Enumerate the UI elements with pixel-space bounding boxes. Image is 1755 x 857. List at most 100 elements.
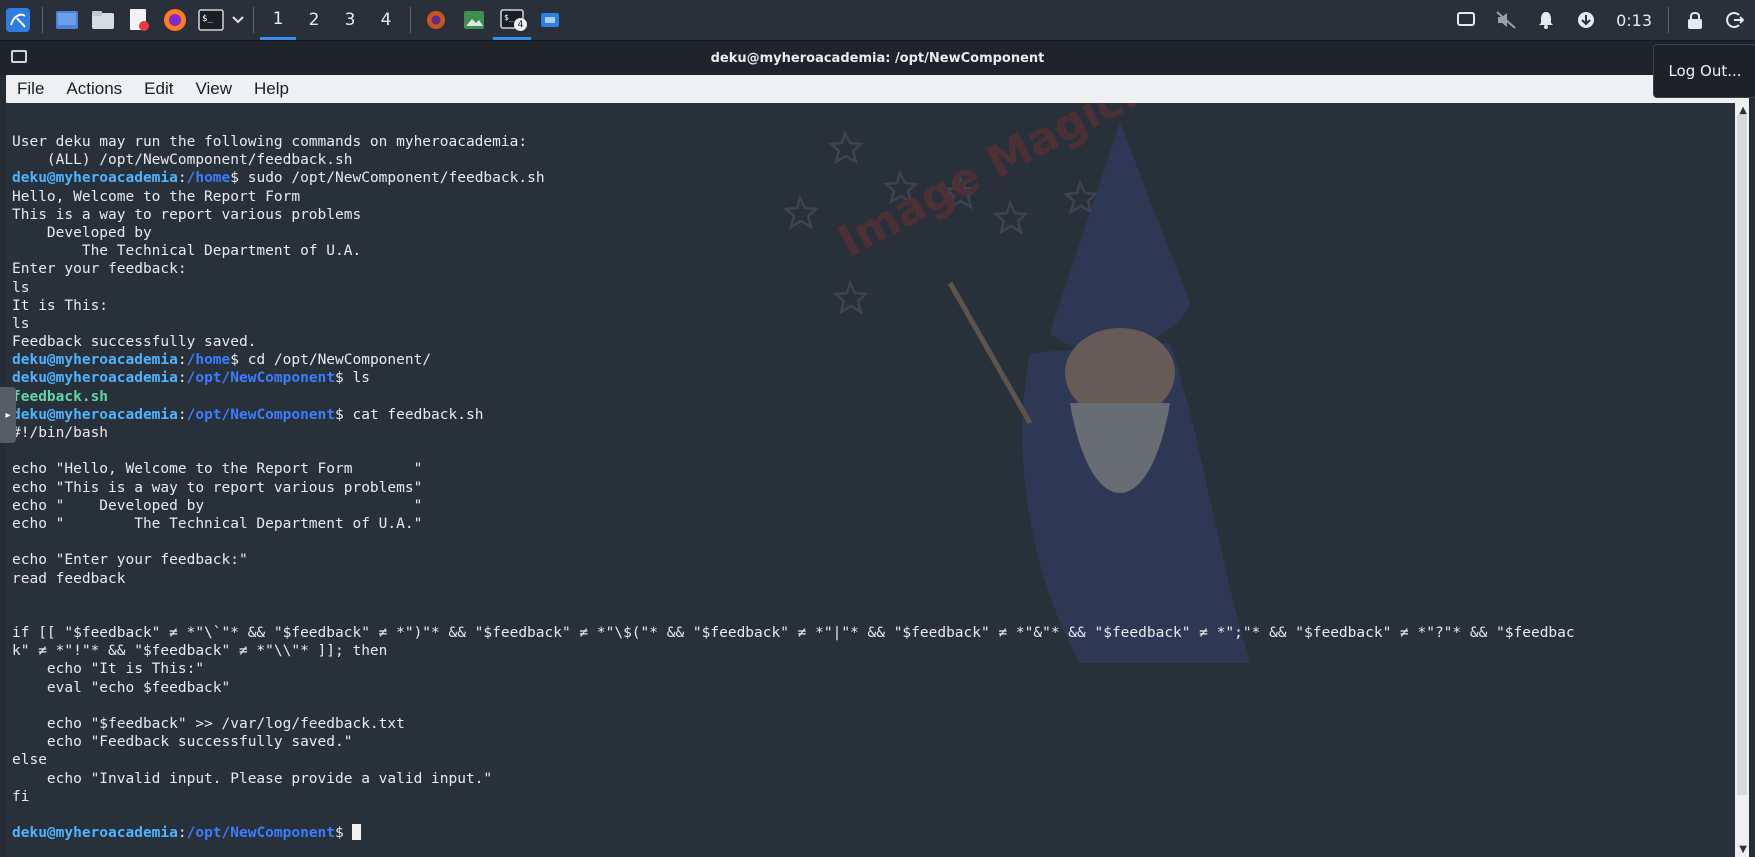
logout-tooltip: Log Out... <box>1653 44 1755 98</box>
panel-separator <box>1668 7 1669 33</box>
firefox-icon[interactable] <box>157 0 193 40</box>
output-line: (ALL) /opt/NewComponent/feedback.sh <box>12 151 1575 169</box>
output-line: echo "This is a way to report various pr… <box>12 479 1575 497</box>
line-text: cat feedback.sh <box>352 406 484 423</box>
menu-help[interactable]: Help <box>243 75 300 103</box>
menu-actions[interactable]: Actions <box>55 75 133 103</box>
line-text: User deku may run the following commands… <box>12 134 528 150</box>
clock[interactable]: 0:13 <box>1606 11 1662 30</box>
window-titlebar[interactable]: deku@myheroacademia: /opt/NewComponent <box>0 41 1755 75</box>
output-line: echo "Enter your feedback:" <box>12 551 1575 569</box>
line-text: if [[ "$feedback" ≠ *"\`"* && "$feedback… <box>12 625 1575 642</box>
line-text: (ALL) /opt/NewComponent/feedback.sh <box>12 152 353 169</box>
output-line: echo "Hello, Welcome to the Report Form … <box>12 460 1575 478</box>
output-line: #!/bin/bash <box>12 424 1575 442</box>
menu-view[interactable]: View <box>184 75 243 103</box>
system-tray: 0:13 <box>1446 0 1755 40</box>
output-line: The Technical Department of U.A. <box>12 242 1575 260</box>
output-line: read feedback <box>12 570 1575 588</box>
line-text: feedback.sh <box>12 388 109 405</box>
workspace-2[interactable]: 2 <box>296 0 332 40</box>
kali-menu-icon[interactable] <box>0 0 36 40</box>
output-line: This is a way to report various problems <box>12 206 1575 224</box>
workspace-1[interactable]: 1 <box>260 0 296 40</box>
line-text: Enter your feedback: <box>12 261 187 278</box>
prompt-line: deku@myheroacademia:/opt/NewComponent$ <box>12 824 1575 842</box>
desktop-icon[interactable] <box>49 0 85 40</box>
prompt-path: /opt/NewComponent <box>186 370 336 387</box>
line-text: ls <box>352 370 370 387</box>
prompt-line: deku@myheroacademia:/opt/NewComponent$ l… <box>12 370 370 387</box>
line-text: k" ≠ *"!"* && "$feedback" ≠ *"\\"* ]]; t… <box>12 643 388 660</box>
line-text: echo "Invalid input. Please provide a va… <box>12 770 493 787</box>
scroll-up-arrow-icon[interactable]: ▲ <box>1739 105 1747 116</box>
file-manager-icon[interactable] <box>85 0 121 40</box>
line-text: cd /opt/NewComponent/ <box>247 352 432 369</box>
output-line: Feedback successfully saved. <box>12 333 1575 351</box>
line-text: echo "Enter your feedback:" <box>12 552 248 569</box>
prompt-user: deku@myheroacademia <box>12 352 178 369</box>
line-text: echo "Feedback successfully saved." <box>12 734 353 751</box>
scrollbar-thumb[interactable] <box>1737 115 1747 795</box>
volume-muted-icon[interactable] <box>1486 0 1526 40</box>
chevron-down-icon[interactable] <box>229 0 247 40</box>
line-text: echo "$feedback" >> /var/log/feedback.tx… <box>12 716 405 732</box>
scroll-down-arrow-icon[interactable]: ▼ <box>1739 844 1747 855</box>
prompt-line: deku@myheroacademia:/opt/NewComponent$ c… <box>12 406 484 423</box>
line-text: Hello, Welcome to the Report Form <box>12 188 301 205</box>
prompt-path: /opt/NewComponent <box>186 406 336 423</box>
prompt-user: deku@myheroacademia <box>12 370 178 387</box>
firefox-task-icon[interactable] <box>417 0 455 40</box>
svg-text:$_: $_ <box>202 14 213 24</box>
prompt-user: deku@myheroacademia <box>12 406 178 423</box>
workspace-3[interactable]: 3 <box>332 0 368 40</box>
display-icon[interactable] <box>1446 0 1486 40</box>
prompt-path: /home <box>186 352 231 369</box>
line-text: ls <box>12 315 30 332</box>
panel-separator <box>42 7 43 33</box>
line-text: read feedback <box>12 570 126 587</box>
menu-bar: File Actions Edit View Help <box>6 75 1749 103</box>
line-text: fi <box>12 788 30 805</box>
menu-edit[interactable]: Edit <box>133 75 184 103</box>
text-editor-icon[interactable] <box>121 0 157 40</box>
output-line: Enter your feedback: <box>12 260 1575 278</box>
output-line: feedback.sh <box>12 388 1575 406</box>
line-text: echo "This is a way to report various pr… <box>12 479 423 496</box>
terminal-icon[interactable]: $_ <box>193 0 229 40</box>
side-panel-handle[interactable]: ▸ <box>0 387 16 443</box>
image-viewer-task-icon[interactable] <box>455 0 493 40</box>
top-panel: $_ 1 2 3 4 $_ 4 0:13 <box>0 0 1755 41</box>
lock-icon[interactable] <box>1675 0 1715 40</box>
line-text: echo "It is This:" <box>12 661 205 678</box>
line-text: Developed by <box>12 224 152 241</box>
output-line: echo "It is This:" <box>12 660 1575 678</box>
output-line: ls <box>12 279 1575 297</box>
output-line: Developed by <box>12 224 1575 242</box>
update-icon[interactable] <box>1566 0 1606 40</box>
prompt-path: /opt/NewComponent <box>186 825 336 842</box>
output-line: ls <box>12 315 1575 333</box>
line-text: ls <box>12 279 30 296</box>
line-text: echo " The Technical Department of U.A." <box>12 515 423 532</box>
output-line: echo " Developed by " <box>12 497 1575 515</box>
menu-file[interactable]: File <box>6 75 55 103</box>
output-line: echo " The Technical Department of U.A." <box>12 515 1575 533</box>
notification-bell-icon[interactable] <box>1526 0 1566 40</box>
terminal-output[interactable]: Image Magick User deku may run the follo… <box>6 103 1735 857</box>
prompt-line: deku@myheroacademia:/home$ cd /opt/NewCo… <box>12 352 432 369</box>
line-text: #!/bin/bash <box>12 425 109 441</box>
output-line: fi <box>12 788 1575 806</box>
terminal-window-icon <box>11 50 27 63</box>
terminal-task-icon[interactable]: $_ 4 <box>493 0 531 40</box>
output-line: echo "Feedback successfully saved." <box>12 733 1575 751</box>
screenshot-task-icon[interactable] <box>531 0 569 40</box>
line-text: It is This: <box>12 297 109 314</box>
workspace-4[interactable]: 4 <box>368 0 404 40</box>
panel-separator <box>410 7 411 33</box>
logout-icon[interactable] <box>1715 0 1755 40</box>
